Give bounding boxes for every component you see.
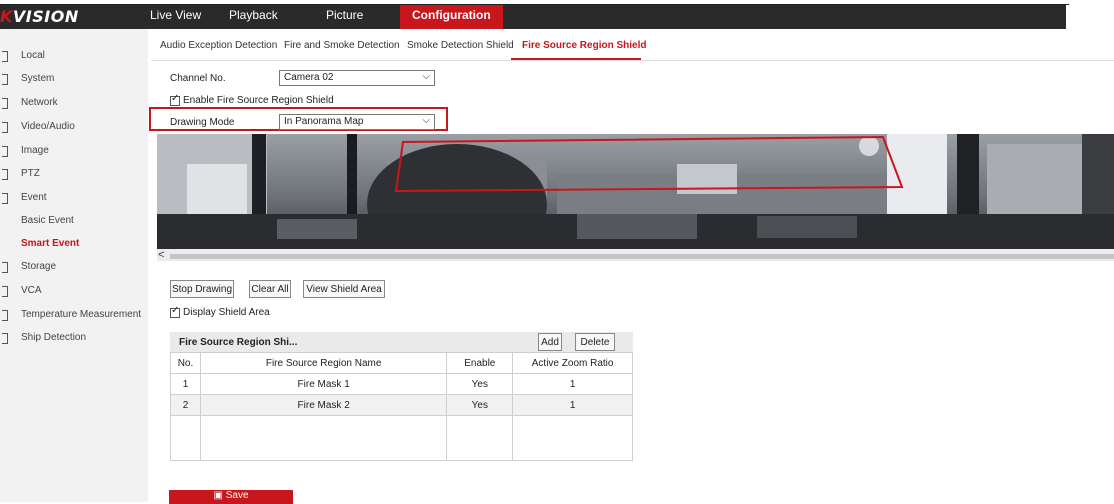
chevron-down-icon: ⌵ xyxy=(422,71,430,82)
cell-zoom: 1 xyxy=(512,373,633,395)
save-icon: ▣ xyxy=(213,490,226,501)
scroll-left-icon[interactable]: < xyxy=(158,249,164,261)
table-header-bar: Fire Source Region Shi... Add Delete xyxy=(170,332,633,352)
check-icon: ✓ xyxy=(171,305,180,316)
drawing-mode-select[interactable]: In Panorama Map ⌵ xyxy=(279,114,435,130)
tab-fire-and-smoke-detection[interactable]: Fire and Smoke Detection xyxy=(284,40,400,51)
col-no-header: No. xyxy=(170,352,201,374)
delete-button[interactable]: Delete xyxy=(575,333,615,351)
enable-checkbox[interactable]: ✓ xyxy=(170,93,180,106)
table-row[interactable]: 1 Fire Mask 1 Yes 1 xyxy=(170,373,633,395)
col-zoom-header: Active Zoom Ratio xyxy=(512,352,633,374)
cell-enable: Yes xyxy=(446,394,514,416)
scrollbar-thumb[interactable] xyxy=(170,254,1114,259)
display-shield-checkbox[interactable]: ✓ xyxy=(170,305,180,318)
enable-label: Enable Fire Source Region Shield xyxy=(183,95,334,106)
table-header-row: No. Fire Source Region Name Enable Activ… xyxy=(170,352,633,374)
cell-enable: Yes xyxy=(446,373,514,395)
sidebar: Local System Network Video/Audio Image P… xyxy=(0,29,148,502)
cell-name: Fire Mask 1 xyxy=(199,373,448,395)
top-navigation-bar: KVISION Live View Playback Picture Confi… xyxy=(0,5,1066,29)
nav-playback[interactable]: Playback xyxy=(229,5,278,29)
channel-select[interactable]: Camera 02 ⌵ xyxy=(279,70,435,86)
image-icon xyxy=(2,146,8,157)
shield-table: No. Fire Source Region Name Enable Activ… xyxy=(170,352,633,461)
add-button[interactable]: Add xyxy=(538,333,562,351)
check-icon: ✓ xyxy=(171,93,180,104)
cell-no: 2 xyxy=(170,394,201,416)
tab-divider xyxy=(151,60,1114,61)
ship-icon xyxy=(2,333,8,344)
network-icon xyxy=(2,98,8,109)
tab-audio-exception-detection[interactable]: Audio Exception Detection xyxy=(160,40,277,51)
panorama-image xyxy=(157,134,1114,249)
video-audio-icon xyxy=(2,122,8,133)
nav-configuration[interactable]: Configuration xyxy=(400,5,503,29)
tab-smoke-detection-shield[interactable]: Smoke Detection Shield xyxy=(407,40,514,51)
col-name-header: Fire Source Region Name xyxy=(199,352,448,374)
display-shield-label: Display Shield Area xyxy=(183,307,270,318)
brand-logo: KVISION xyxy=(0,7,79,26)
tab-fire-source-region-shield[interactable]: Fire Source Region Shield xyxy=(522,40,646,51)
ptz-icon xyxy=(2,169,8,180)
temperature-icon xyxy=(2,310,8,321)
table-row[interactable]: 2 Fire Mask 2 Yes 1 xyxy=(170,394,633,416)
event-icon xyxy=(2,193,8,204)
vca-icon xyxy=(2,286,8,297)
col-enable-header: Enable xyxy=(446,352,514,374)
active-tab-underline xyxy=(511,58,641,60)
system-icon xyxy=(2,74,8,85)
local-icon xyxy=(2,51,8,62)
drawing-mode-label: Drawing Mode xyxy=(170,117,235,128)
nav-live-view[interactable]: Live View xyxy=(150,5,201,29)
nav-picture[interactable]: Picture xyxy=(326,5,363,29)
cell-zoom: 1 xyxy=(512,394,633,416)
chevron-down-icon: ⌵ xyxy=(422,115,430,126)
table-title: Fire Source Region Shi... xyxy=(179,337,298,348)
channel-label: Channel No. xyxy=(170,73,226,84)
cell-no: 1 xyxy=(170,373,201,395)
view-shield-area-button[interactable]: View Shield Area xyxy=(303,280,385,298)
stop-drawing-button[interactable]: Stop Drawing xyxy=(170,280,234,298)
clear-all-button[interactable]: Clear All xyxy=(249,280,291,298)
cell-name: Fire Mask 2 xyxy=(199,394,448,416)
panorama-map[interactable] xyxy=(157,134,1114,249)
storage-icon xyxy=(2,262,8,273)
table-empty-row xyxy=(170,415,633,461)
